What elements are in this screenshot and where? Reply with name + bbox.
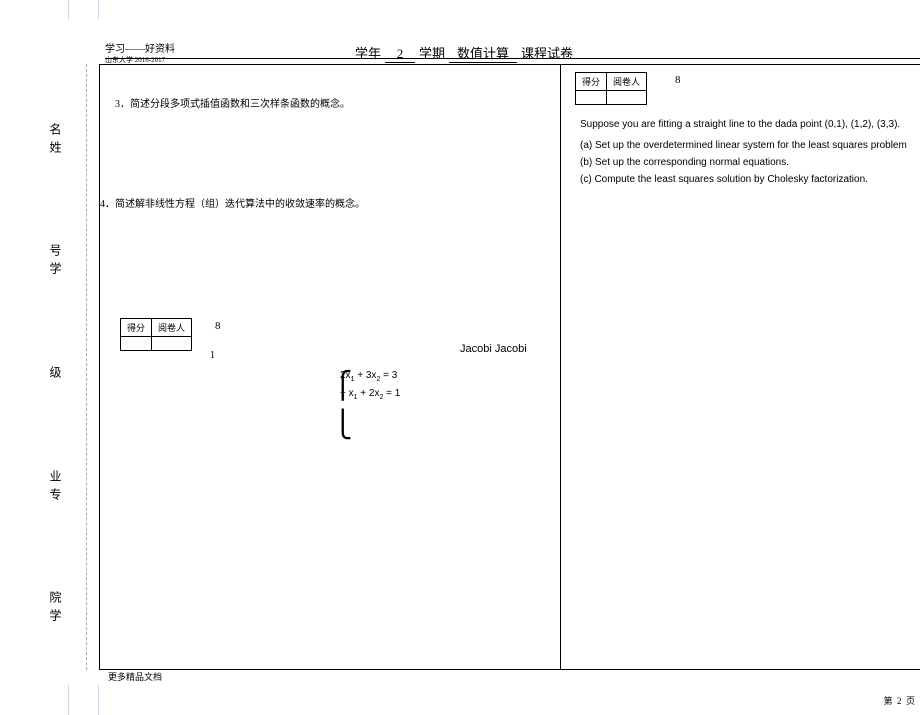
equation-system: ⎧⎩ 2x1 + 3x2 = 3 − x1 + 2x2 = 1 [340, 368, 400, 403]
question-3: 3．简述分段多项式插值函数和三次样条函数的概念。 [115, 95, 350, 110]
column-divider [560, 64, 561, 670]
footer-left: 更多精品文档 [108, 670, 162, 683]
problem-num-left: 1 [210, 350, 215, 361]
part-c: (c) Compute the least squares solution b… [580, 172, 915, 187]
header-title: 学年 2 学期 数值计算 课程试卷 [355, 43, 573, 63]
page-header: 学习——好资料 山东大学 2016-2017 学年 2 学期 数值计算 课程试卷 [105, 40, 920, 65]
part-b: (b) Set up the corresponding normal equa… [580, 155, 915, 170]
problem-statement: Suppose you are fitting a straight line … [580, 117, 915, 132]
score-box-right: 得分阅卷人 [575, 72, 647, 105]
part-a: (a) Set up the overdetermined linear sys… [580, 138, 915, 153]
question-4: 4．简述解非线性方程（组）迭代算法中的收敛速率的概念。 [100, 195, 365, 210]
score-box-left: 得分阅卷人 [120, 318, 192, 351]
right-column-question: Suppose you are fitting a straight line … [580, 117, 915, 189]
points-right: 8 [675, 74, 681, 86]
jacobi-label: Jacobi Jacobi [460, 343, 527, 355]
footer-right: 第 2 页 [883, 694, 915, 707]
binding-labels: 名姓 号学 级 业专 院学 [50, 80, 64, 670]
points-left: 8 [215, 320, 221, 332]
header-study: 学习——好资料 [105, 40, 175, 55]
